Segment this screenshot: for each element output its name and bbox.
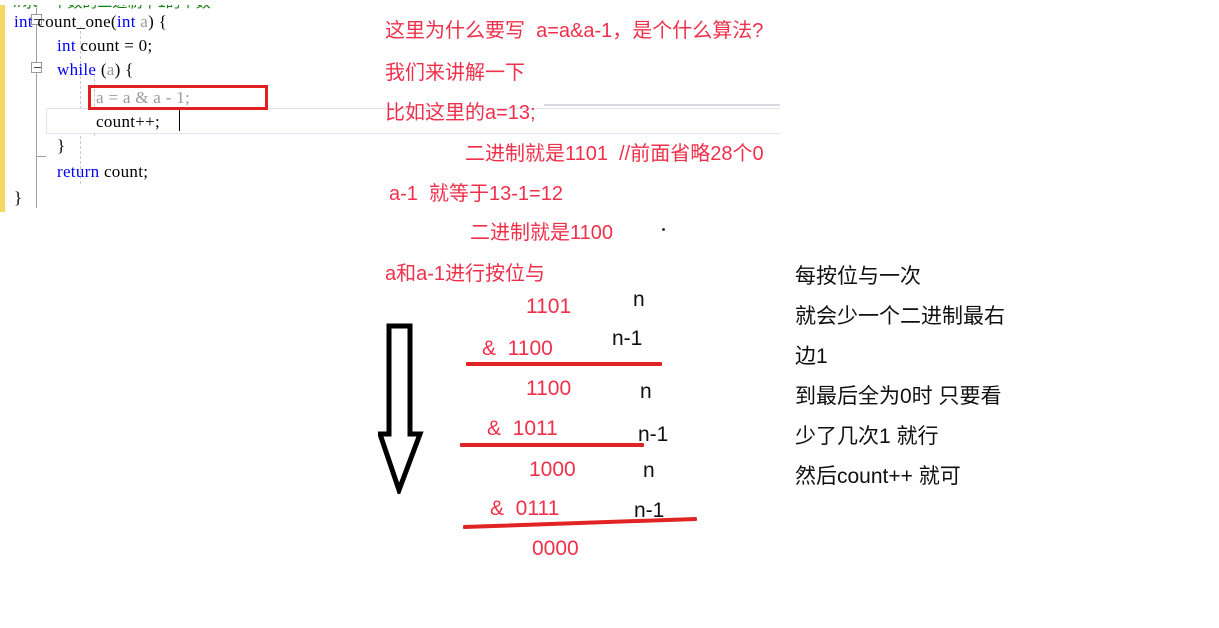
fold-toggle-while[interactable] (31, 62, 42, 73)
calc-row-7: 0000 (532, 537, 579, 560)
black-note-2: 就会少一个二进制最右 (795, 305, 1005, 328)
red-note-1: 这里为什么要写 a=a&a-1，是个什么算法? (385, 20, 764, 42)
calc-mark-2: n-1 (612, 327, 643, 350)
code-token: count_one (37, 12, 111, 31)
black-note-5: 少了几次1 就行 (795, 425, 939, 448)
change-indicator-bar (0, 0, 5, 212)
calc-row-6: & 0111 (490, 497, 560, 520)
calc-row-2: & 1100 (482, 337, 553, 360)
code-token: } (57, 136, 66, 155)
black-note-1: 每按位与一次 (795, 265, 921, 288)
code-token: } (14, 188, 23, 207)
code-token: ) { (114, 60, 134, 79)
code-line-5[interactable]: count++; (96, 110, 160, 134)
calc-mark-1: n (633, 288, 645, 311)
calc-row-3: 1100 (526, 377, 572, 400)
red-note-6: 二进制就是1100 (470, 222, 614, 244)
code-token: int (116, 12, 141, 31)
code-token: a (106, 60, 115, 79)
code-token: a (140, 12, 149, 31)
code-token: count++; (96, 112, 161, 131)
code-structure-rail-foot (36, 156, 46, 157)
screenshot-canvas: //求一个数的二进制中1的个数 int count_one(int a) {in… (0, 0, 1219, 628)
thin-rule-1 (544, 104, 780, 106)
code-token: count = (80, 36, 139, 55)
viewport-top-clip (0, 0, 790, 5)
red-note-5: a-1 就等于13-1=12 (389, 183, 563, 205)
calc-row-5: 1000 (529, 458, 576, 481)
calc-mark-5: n (643, 459, 655, 482)
code-token: ; (147, 36, 153, 55)
black-note-6: 然后count++ 就可 (795, 465, 961, 488)
black-note-4: 到最后全为0时 只要看 (795, 385, 1002, 408)
code-token: int (14, 12, 38, 31)
calc-mark-3: n (640, 380, 652, 403)
calc-row-1: 1101 (526, 295, 572, 318)
red-note-4: 二进制就是1101 //前面省略28个0 (465, 143, 764, 165)
code-token: ) { (148, 12, 168, 31)
code-line-7[interactable]: return count; (57, 160, 148, 184)
calc-row-4: & 1011 (487, 417, 558, 440)
calc-underline-2 (460, 443, 644, 447)
calc-underline-1 (466, 362, 662, 366)
code-line-3[interactable]: while (a) { (57, 58, 134, 82)
code-line-6[interactable]: } (57, 134, 65, 158)
code-line-8[interactable]: } (14, 186, 22, 210)
caret-icon (179, 110, 180, 131)
red-note-3: 比如这里的a=13; (385, 102, 536, 124)
ink-dot-1 (662, 228, 665, 231)
code-token: int (57, 36, 81, 55)
black-note-3: 边1 (795, 345, 828, 368)
code-line-4[interactable]: a = a & a - 1; (96, 86, 190, 110)
code-line-1[interactable]: int count_one(int a) { (14, 10, 167, 34)
code-token: count; (103, 162, 149, 181)
down-arrow-icon (376, 322, 424, 498)
red-note-2: 我们来讲解一下 (385, 62, 525, 84)
code-structure-rail (36, 8, 37, 208)
red-note-7: a和a-1进行按位与 (385, 263, 546, 285)
code-line-2[interactable]: int count = 0; (57, 34, 153, 58)
code-token: while (57, 60, 101, 79)
code-token: a = a & a - 1; (96, 88, 191, 107)
code-token: return (57, 162, 104, 181)
